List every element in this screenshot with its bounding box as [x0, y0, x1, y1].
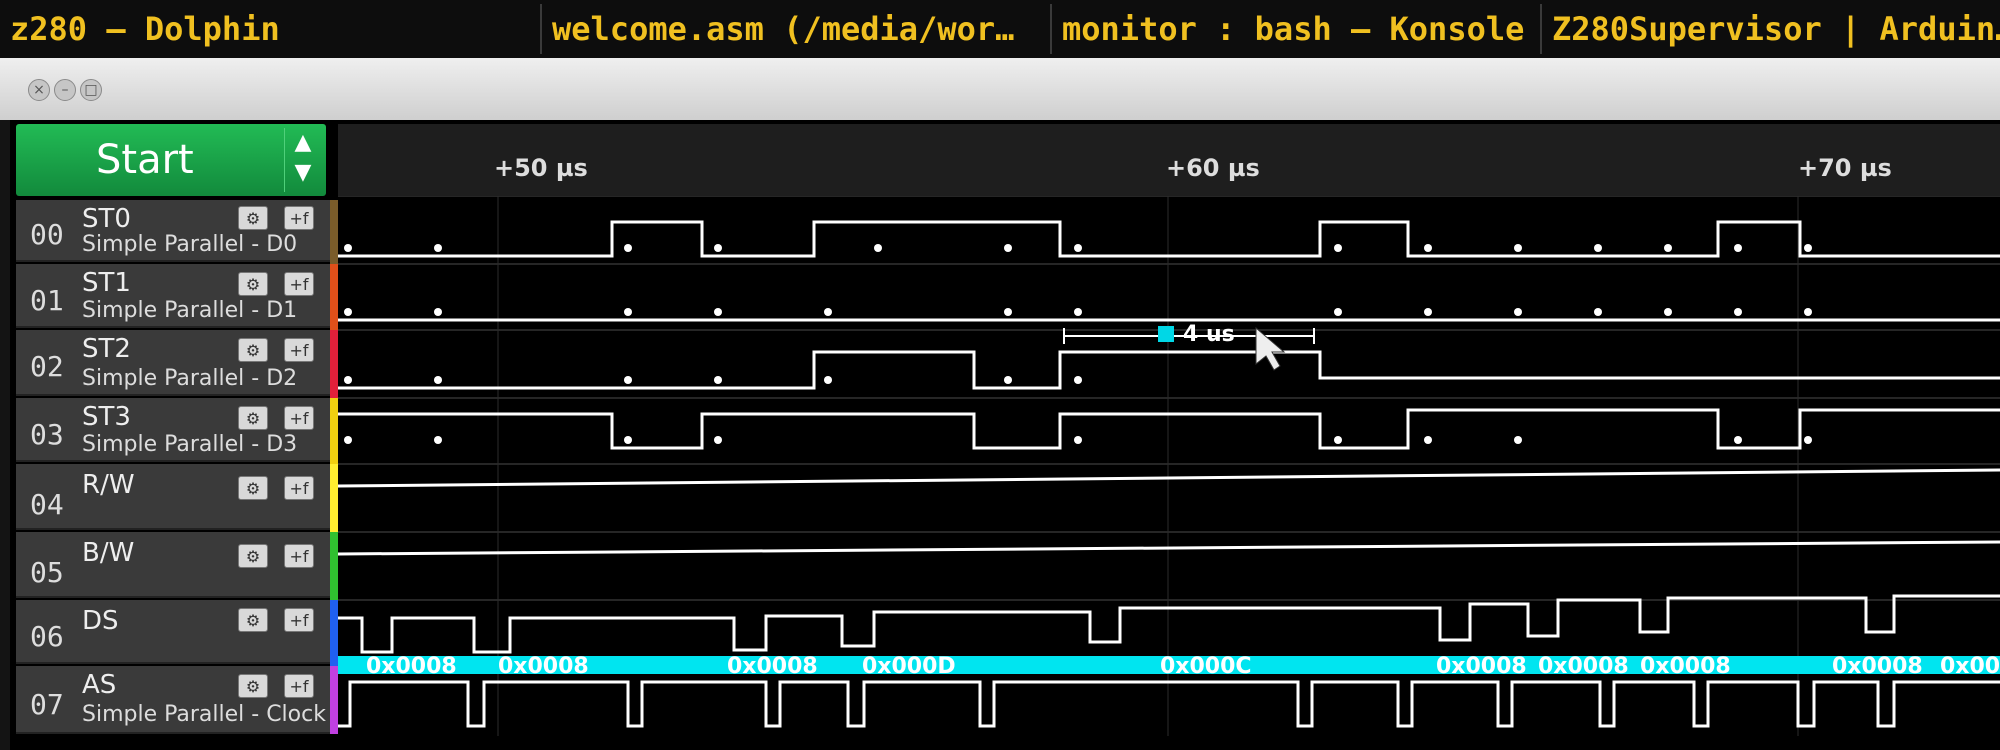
bus-value: 0x0008: [498, 654, 589, 679]
maximize-icon[interactable]: □: [80, 79, 102, 101]
ruler-tick: +60 µs: [1166, 154, 1260, 182]
channel-st2[interactable]: 02 ST2 Simple Parallel - D2 ⚙ +f: [16, 330, 334, 396]
channel-color-bar: [330, 600, 338, 666]
channel-bw[interactable]: 05 B/W ⚙ +f: [16, 532, 334, 598]
channel-name[interactable]: AS: [82, 670, 116, 700]
bus-value: 0x0008: [1538, 654, 1629, 679]
task-arduino[interactable]: Z280Supervisor | Arduin…: [1540, 4, 2000, 54]
trigger-icon[interactable]: +f: [284, 674, 314, 698]
trigger-icon[interactable]: +f: [284, 476, 314, 500]
gear-icon[interactable]: ⚙: [238, 674, 268, 698]
ruler-tick: +50 µs: [494, 154, 588, 182]
bus-value: 0x000D: [862, 654, 956, 679]
channel-name[interactable]: ST1: [82, 268, 131, 298]
channel-name[interactable]: ST0: [82, 204, 131, 234]
channel-color-bar: [330, 264, 338, 330]
trigger-icon[interactable]: +f: [284, 544, 314, 568]
channel-color-bar: [330, 666, 338, 734]
task-konsole[interactable]: monitor : bash — Konsole: [1050, 4, 1540, 54]
channel-color-bar: [330, 330, 338, 398]
channel-number: 06: [30, 620, 64, 653]
bus-value: 0x0008: [1640, 654, 1731, 679]
window-titlebar: [0, 58, 2000, 120]
close-icon[interactable]: ×: [28, 79, 50, 101]
channel-name[interactable]: B/W: [82, 538, 134, 568]
task-welcome-asm[interactable]: welcome.asm (/media/wor…: [540, 4, 1050, 54]
bus-value: 0x0008: [1436, 654, 1527, 679]
trace-st0: [338, 220, 2000, 258]
channel-name[interactable]: DS: [82, 606, 119, 636]
trace-st2: [338, 350, 2000, 390]
channel-color-bar: [330, 398, 338, 464]
channel-name[interactable]: ST2: [82, 334, 131, 364]
trace-st3: [338, 408, 2000, 450]
channel-number: 07: [30, 688, 64, 721]
trigger-icon[interactable]: +f: [284, 206, 314, 230]
gear-icon[interactable]: ⚙: [238, 544, 268, 568]
channel-st3[interactable]: 03 ST3 Simple Parallel - D3 ⚙ +f: [16, 398, 334, 462]
channel-decoder: Simple Parallel - D3: [82, 432, 298, 457]
bus-value: 0x000: [1940, 654, 2000, 679]
minimize-icon[interactable]: –: [54, 79, 76, 101]
channel-decoder: Simple Parallel - D2: [82, 366, 298, 391]
gear-icon[interactable]: ⚙: [238, 608, 268, 632]
mouse-pointer-icon: [1255, 326, 1286, 371]
channel-color-bar: [330, 200, 338, 264]
channel-number: 00: [30, 218, 64, 251]
gear-icon[interactable]: ⚙: [238, 338, 268, 362]
channel-number: 02: [30, 350, 64, 383]
trigger-icon[interactable]: +f: [284, 608, 314, 632]
channel-ds[interactable]: 06 DS ⚙ +f: [16, 600, 334, 664]
channel-rw[interactable]: 04 R/W ⚙ +f: [16, 464, 334, 530]
cursor-handle-icon[interactable]: [1158, 326, 1174, 342]
trace-rw: [338, 468, 2000, 488]
channel-as[interactable]: 07 AS Simple Parallel - Clock ⚙ +f: [16, 666, 334, 734]
run-mode-dropdown-icon[interactable]: ▲ ▼: [284, 128, 321, 192]
ruler-tick: +70 µs: [1798, 154, 1892, 182]
start-button[interactable]: Start: [16, 124, 326, 196]
gear-icon[interactable]: ⚙: [238, 206, 268, 230]
trigger-icon[interactable]: +f: [284, 406, 314, 430]
channel-name[interactable]: R/W: [82, 470, 135, 500]
trace-bw: [338, 540, 2000, 556]
cursor-label: 4 us: [1183, 322, 1235, 347]
channel-name[interactable]: ST3: [82, 402, 131, 432]
channel-number: 01: [30, 284, 64, 317]
channel-decoder: Simple Parallel - D1: [82, 298, 298, 323]
channel-number: 04: [30, 488, 64, 521]
channel-st0[interactable]: 00 ST0 Simple Parallel - D0 ⚙ +f: [16, 200, 334, 262]
gear-icon[interactable]: ⚙: [238, 272, 268, 296]
channel-color-bar: [330, 464, 338, 532]
gear-icon[interactable]: ⚙: [238, 476, 268, 500]
bus-value: 0x000C: [1160, 654, 1252, 679]
bus-value: 0x0008: [727, 654, 818, 679]
channel-number: 05: [30, 556, 64, 589]
channel-decoder: Simple Parallel - D0: [82, 232, 298, 257]
channel-decoder: Simple Parallel - Clock: [82, 702, 326, 727]
trigger-icon[interactable]: +f: [284, 338, 314, 362]
trace-as: [338, 680, 2000, 728]
bus-value: 0x0008: [1832, 654, 1923, 679]
channel-color-bar: [330, 532, 338, 600]
row-separators: [338, 196, 2000, 667]
channel-number: 03: [30, 418, 64, 451]
bus-value: 0x0008: [366, 654, 457, 679]
trigger-icon[interactable]: +f: [284, 272, 314, 296]
task-dolphin[interactable]: z280 — Dolphin: [0, 4, 540, 54]
taskbar: z280 — Dolphin welcome.asm (/media/wor… …: [0, 0, 2000, 58]
gear-icon[interactable]: ⚙: [238, 406, 268, 430]
trace-ds: [338, 594, 2000, 654]
channel-st1[interactable]: 01 ST1 Simple Parallel - D1 ⚙ +f: [16, 264, 334, 328]
